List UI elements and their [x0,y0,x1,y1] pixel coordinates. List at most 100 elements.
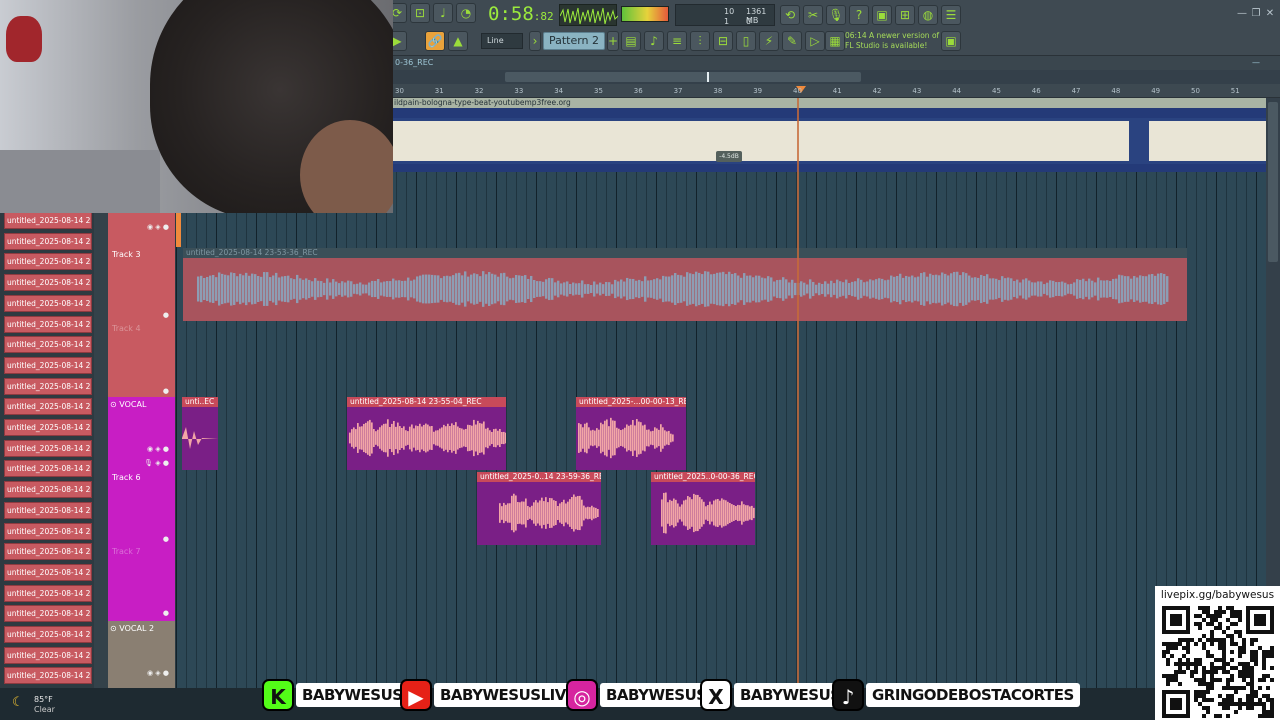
microphone-icon[interactable]: 🎙 [826,5,846,25]
social-handle: GRINGODEBOSTACORTES [866,683,1080,707]
beat-waveform [393,118,1266,164]
ruler-tick: 36 [633,87,643,95]
ruler-tick: 38 [713,87,723,95]
save-icon[interactable]: ▣ [872,5,892,25]
rec-long-clip[interactable]: untitled_2025-08-14 23-53-36_REC [183,248,1187,321]
pattern-name-item[interactable]: untitled_2025-08-14 23- [4,315,92,333]
track6-clip-b-title: untitled_2025..0-00-36_REC [651,472,755,482]
news-icon[interactable]: ▦ [825,31,845,51]
track-4-mute-icon[interactable]: ● [163,387,169,395]
pattern-name-item[interactable]: untitled_2025-08-14 23- [4,253,92,271]
playhead-line[interactable] [797,98,799,688]
close-icon[interactable]: ✕ [1264,8,1276,20]
playlist-horizontal-scrollbar[interactable] [393,70,1280,84]
ruler-tick: 46 [1031,87,1041,95]
pattern-name-item[interactable]: untitled_2025-08-14 23- [4,481,92,499]
pattern-icon[interactable]: ⊟ [713,31,733,51]
video-icon[interactable]: ▷ [805,31,825,51]
brush-icon[interactable]: ✎ [782,31,802,51]
vocal-clip-a[interactable]: unti..EC [182,397,218,470]
cpu-value: 10 [724,7,735,16]
pattern-name-item[interactable]: untitled_2025-08-14 23- [4,501,92,519]
cut-icon[interactable]: ✂ [803,5,823,25]
playlist-title: 0-36_REC [395,58,434,67]
track-header-vocal[interactable]: ⊙ VOCAL ◉ ◈ ● 🎙 ◈ ● Track 6 Track 7 ● ● [108,397,175,621]
pattern-name-item[interactable]: untitled_2025-08-14 23- [4,377,92,395]
track-6-label: Track 6 [112,473,141,482]
vocal-controls-icon[interactable]: ◉ ◈ ● [147,445,169,453]
minimize-icon[interactable]: — [1236,8,1248,20]
track-3-mute-icon[interactable]: ● [163,311,169,319]
plug-icon[interactable]: ⚡ [759,31,779,51]
vocal-clip-c[interactable]: untitled_2025-...00-00-13_REC [576,397,686,470]
playlist-minimize-icon[interactable]: — [1252,56,1260,70]
vocal-clip-b[interactable]: untitled_2025-08-14 23-55-04_REC [347,397,506,470]
file-icon[interactable]: ▯ [736,31,756,51]
pattern-selector[interactable]: Pattern 2 [543,32,605,50]
vocal-mic-icon[interactable]: 🎙 ◈ ● [144,459,169,467]
browser-icon[interactable]: ⊞ [895,5,915,25]
countdown-icon[interactable]: ◔ [456,3,476,23]
pattern-name-item[interactable]: untitled_2025-08-14 23- [4,563,92,581]
restore-icon[interactable]: ❐ [1250,8,1262,20]
oscilloscope-wave-icon [559,7,619,25]
mixer-icon[interactable]: ⫶ [690,31,710,51]
social-platform-icon: K [262,679,294,711]
beat-clip-title: ildpain-bologna-type-beat-youtubemp3free… [394,98,571,107]
track-6-mute-icon[interactable]: ● [163,535,169,543]
qr-code-icon [1162,606,1274,718]
qr-panel: livepix.gg/babywesus [1155,586,1280,720]
track6-clip-a[interactable]: untitled_2025-0..14 23-59-36_REC [477,472,601,545]
fl-toolbar: ⟳ ⊡ ♩ ◔ 0:58:82 10 1361 MB 1 0 ⟲ ✂ 🎙 ? ▣… [387,0,1280,56]
chat-icon[interactable]: ◍ [918,5,938,25]
timeline-ruler[interactable]: 30 31 32 33 34 35 36 37 38 39 40 41 42 43 44 45 46 47 48 49… [393,84,1280,98]
ruler-tick: 32 [474,87,484,95]
pattern-name-item[interactable]: untitled_2025-08-14 23- [4,460,92,478]
pattern-name-item[interactable]: untitled_2025-08-14 23- [4,439,92,457]
ruler-tick: 49 [1151,87,1161,95]
song-time-display[interactable]: 0:58:82 [488,3,554,25]
stamp-icon[interactable]: ▲ [448,31,468,51]
rec-long-clip-title: untitled_2025-08-14 23-53-36_REC [183,248,1187,258]
pattern-name-item[interactable]: untitled_2025-08-14 23- [4,274,92,292]
undo-icon[interactable]: ⟲ [780,5,800,25]
playlist-icon[interactable]: ▤ [621,31,641,51]
pattern-name-item[interactable]: untitled_2025-08-14 23- [4,543,92,561]
pattern-name-item[interactable]: untitled_2025-08-14 23- [4,646,92,664]
pattern-name-item[interactable]: untitled_2025-08-14 23- [4,398,92,416]
channel-rack-icon[interactable]: ≡ [667,31,687,51]
song-mode-icon[interactable]: ⊡ [410,3,430,23]
beat-waveform-icon [393,118,1266,164]
scroll-thumb[interactable] [505,72,861,82]
ruler-tick: 42 [872,87,882,95]
pattern-name-item[interactable]: untitled_2025-08-14 23- [4,356,92,374]
pattern-add-icon[interactable]: + [607,31,619,51]
pattern-name-item[interactable]: untitled_2025-08-14 23- [4,232,92,250]
track-header-3[interactable]: Track 3 Track 4 ● ● [108,247,175,397]
pattern-name-item[interactable]: untitled_2025-08-14 23- [4,294,92,312]
track-7-mute-icon[interactable]: ● [163,609,169,617]
pattern-name-item[interactable]: untitled_2025-08-14 23- [4,212,92,229]
vocal-clip-c-title: untitled_2025-...00-00-13_REC [576,397,686,407]
track-top-controls-icon[interactable]: ◉ ◈ ● [147,223,169,231]
pattern-name-item[interactable]: untitled_2025-08-14 23- [4,419,92,436]
track-header-top[interactable]: ◉ ◈ ● [108,213,175,247]
help-icon[interactable]: ? [849,5,869,25]
vertical-scroll-thumb[interactable] [1268,102,1278,262]
update-icon[interactable]: ▣ [941,31,961,51]
piano-roll-icon[interactable]: ♪ [644,31,664,51]
snap-selector[interactable]: Line [481,33,523,49]
ruler-tick: 44 [952,87,962,95]
pattern-prev-icon[interactable]: › [529,31,541,51]
pattern-name-item[interactable]: untitled_2025-08-14 23- [4,522,92,540]
plugin-icon[interactable]: ☰ [941,5,961,25]
link-icon[interactable]: 🔗 [425,31,445,51]
track6-clip-b[interactable]: untitled_2025..0-00-36_REC [651,472,755,545]
pattern-name-item[interactable]: untitled_2025-08-14 23- [4,605,92,623]
metronome-icon[interactable]: ♩ [433,3,453,23]
pattern-name-item[interactable]: untitled_2025-08-14 23- [4,336,92,354]
track6-clip-a-title: untitled_2025-0..14 23-59-36_REC [477,472,601,482]
pattern-name-item[interactable]: untitled_2025-08-14 23- [4,584,92,602]
toolbar-row-tools: ▶ 🔗 ▲ Line › Pattern 2 + ▤ ♪ ≡ ⫶ ⊟ ▯ ⚡ ✎… [387,30,1280,52]
pattern-name-item[interactable]: untitled_2025-08-14 23- [4,626,92,643]
